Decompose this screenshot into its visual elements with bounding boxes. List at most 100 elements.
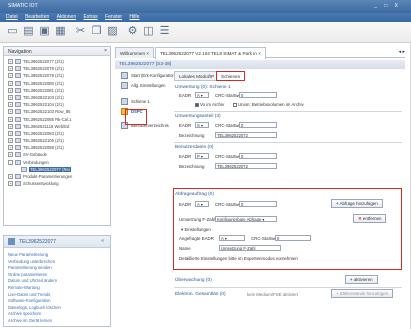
tree-item-label: TEL3962522105 (2/1): [23, 138, 64, 144]
menu-aktionen[interactable]: Aktionen: [57, 14, 76, 20]
menu-fenster[interactable]: Fenster: [105, 14, 122, 20]
collapse-icon[interactable]: «: [101, 238, 104, 244]
device-panel-header: TEL3962522077 «: [4, 236, 110, 248]
device-action-link[interactable]: Remote-Wartung: [4, 285, 110, 292]
expand-toggle-icon[interactable]: +: [8, 152, 13, 158]
tree-item[interactable]: + TEL3962521116 Web/Ed: [6, 123, 108, 130]
device-icon: [15, 138, 21, 144]
cut-icon[interactable]: ✂: [74, 25, 87, 38]
device-tree-item[interactable]: Start (Erk-Konfiguration): [117, 71, 176, 81]
expand-toggle-icon[interactable]: +: [8, 181, 13, 187]
bezeichnung-input[interactable]: TEL3962522072: [215, 163, 277, 169]
eadr-value: A: [197, 93, 200, 98]
save-icon[interactable]: ▣: [38, 25, 51, 38]
bezeichnung-input[interactable]: TEL3962522072: [215, 132, 277, 138]
expand-toggle-icon[interactable]: +: [8, 94, 13, 100]
device-action-link[interactable]: Software-Konfiguration: [4, 298, 110, 305]
device-action-link[interactable]: Datum und Uhrzeit ändern: [4, 278, 110, 285]
tree-item[interactable]: + Schussentwicklung: [6, 180, 108, 187]
expand-toggle-icon[interactable]: +: [8, 174, 13, 179]
tree-item[interactable]: + Produkt-Parametrierungen: [6, 173, 108, 180]
print-icon[interactable]: ▦: [54, 25, 67, 38]
open-icon[interactable]: ▤: [22, 25, 35, 38]
tree-item-selected[interactable]: TEL3962522077 (Rei: [6, 166, 108, 173]
tree-item[interactable]: + TEL3962522104 (2/1): [6, 101, 108, 108]
expand-toggle-icon[interactable]: +: [8, 138, 13, 144]
add-counters-button[interactable]: + Zählerstände hinzufügen: [331, 289, 394, 298]
tab-scroll-arrows[interactable]: ◂ ▸: [399, 49, 405, 55]
device-icon: [15, 87, 21, 93]
tab-willkommen[interactable]: Willkommen ×: [115, 47, 154, 58]
eadr-select[interactable]: P ▾: [195, 153, 209, 159]
close-icon[interactable]: ×: [104, 48, 107, 54]
eadr-select[interactable]: S ▾: [195, 122, 209, 128]
tree-item[interactable]: + TEL3962522105 (2/1): [6, 137, 108, 144]
eadr-value: S: [197, 123, 200, 128]
tree-item-label: TEL3962522083 (2/1): [23, 130, 64, 136]
expand-toggle-icon[interactable]: +: [8, 102, 13, 108]
expand-toggle-icon[interactable]: +: [8, 109, 13, 115]
settings-icon[interactable]: ☰: [158, 25, 171, 38]
device-tree-label: Schiene 1: [131, 99, 150, 104]
window-controls[interactable]: _ □ X: [374, 3, 401, 9]
tree-item[interactable]: + TEL3962522088 (2/1): [6, 144, 108, 151]
expand-toggle-icon[interactable]: +: [8, 59, 13, 64]
crc-input[interactable]: 0: [239, 153, 277, 159]
device-action-link[interactable]: Online parametrieren: [4, 272, 110, 279]
menu-hilfe[interactable]: Hilfe: [129, 14, 139, 20]
device-action-link[interactable]: Datenlogs, Logbuch löschen: [4, 305, 110, 312]
device-action-link[interactable]: Neue Parametrierung: [4, 252, 110, 259]
expand-toggle-icon[interactable]: +: [8, 145, 13, 151]
menu-datei[interactable]: Datei: [6, 14, 18, 20]
menu-bearbeiten[interactable]: Bearbeiten: [25, 14, 49, 20]
checkbox-label: Vo im Archiv: [200, 102, 225, 107]
device-action-link[interactable]: Verbindung unterbrechen: [4, 259, 110, 266]
tree-item[interactable]: + TEL3962522080 (2/1): [6, 80, 108, 87]
expand-toggle-icon[interactable]: -: [8, 159, 13, 165]
union-checkbox-row[interactable]: Union: Betriebsvolumen im Archiv: [233, 102, 304, 107]
network-icon[interactable]: ⚙: [126, 25, 139, 38]
document-tabs: Willkommen × TEL3962522077 V2.104 TEL9 S…: [115, 47, 405, 59]
paste-icon[interactable]: ▨: [106, 25, 119, 38]
tree-item[interactable]: - Verbindungen: [6, 159, 108, 166]
tree-item[interactable]: + TEL3962522085 Rk-Cal.1: [6, 116, 108, 123]
expand-toggle-icon[interactable]: +: [8, 87, 13, 93]
expand-toggle-icon[interactable]: +: [8, 130, 13, 136]
expand-toggle-icon[interactable]: +: [8, 123, 13, 129]
device-action-link[interactable]: Parametrierung senden: [4, 265, 110, 272]
archive-checkbox-row[interactable]: Vo im Archiv: [195, 102, 224, 107]
copy-icon[interactable]: ❐: [90, 25, 103, 38]
device-icon: [15, 123, 21, 129]
crc-input[interactable]: 0: [239, 122, 277, 128]
section-title: Umwertung (0): Schiene 1: [175, 85, 231, 90]
expand-toggle-icon[interactable]: +: [8, 66, 13, 72]
device-title: TEL3962522077: [19, 239, 56, 245]
tree-item[interactable]: + TEL3962522103 (2/1): [6, 94, 108, 101]
tree-item[interactable]: + TEL3962522103 Row_85: [6, 108, 108, 115]
tree-item[interactable]: + TEL3962522077 (2/1): [6, 58, 108, 65]
crc-input[interactable]: 0: [239, 92, 277, 98]
device-tree-item[interactable]: Schiene 1: [117, 97, 169, 107]
expand-toggle-icon[interactable]: +: [8, 116, 13, 122]
tree-item[interactable]: + SV-Gebäude: [6, 151, 108, 158]
device-action-link[interactable]: Live-Daten und Trends: [4, 292, 110, 299]
expand-toggle-icon[interactable]: +: [8, 73, 13, 79]
tab-lokales-modul[interactable]: Lokales Modul/IP: [174, 71, 220, 81]
device-action-link[interactable]: Archive speichern: [4, 311, 110, 318]
menu-extras[interactable]: Extras: [84, 14, 98, 20]
tree-item[interactable]: + TEL3962522081 (2/1): [6, 87, 108, 94]
eadr-select[interactable]: A ▾: [195, 92, 209, 98]
tree-item[interactable]: + TEL3962522079 (2/1): [6, 72, 108, 79]
checkbox-checked[interactable]: [195, 102, 199, 107]
document-icon[interactable]: ▭: [6, 25, 19, 38]
tree-item[interactable]: + TEL3962522078 (2/1): [6, 65, 108, 72]
config-icon[interactable]: ◫: [142, 25, 155, 38]
checkbox-unchecked[interactable]: [233, 102, 237, 107]
device-action-link[interactable]: Archive im Gerät lernen: [4, 318, 110, 325]
device-tree-item[interactable]: Allg. Einstellungen: [117, 81, 169, 91]
tree-item[interactable]: + TEL3962522083 (2/1): [6, 130, 108, 137]
expand-toggle-icon[interactable]: +: [8, 80, 13, 86]
activate-button[interactable]: + aktivieren: [345, 275, 378, 284]
tab-device[interactable]: TEL3962522077 V2.104 TEL9 SIMAT & Park i…: [155, 47, 266, 59]
tab-schienen[interactable]: Schienen: [216, 71, 246, 81]
